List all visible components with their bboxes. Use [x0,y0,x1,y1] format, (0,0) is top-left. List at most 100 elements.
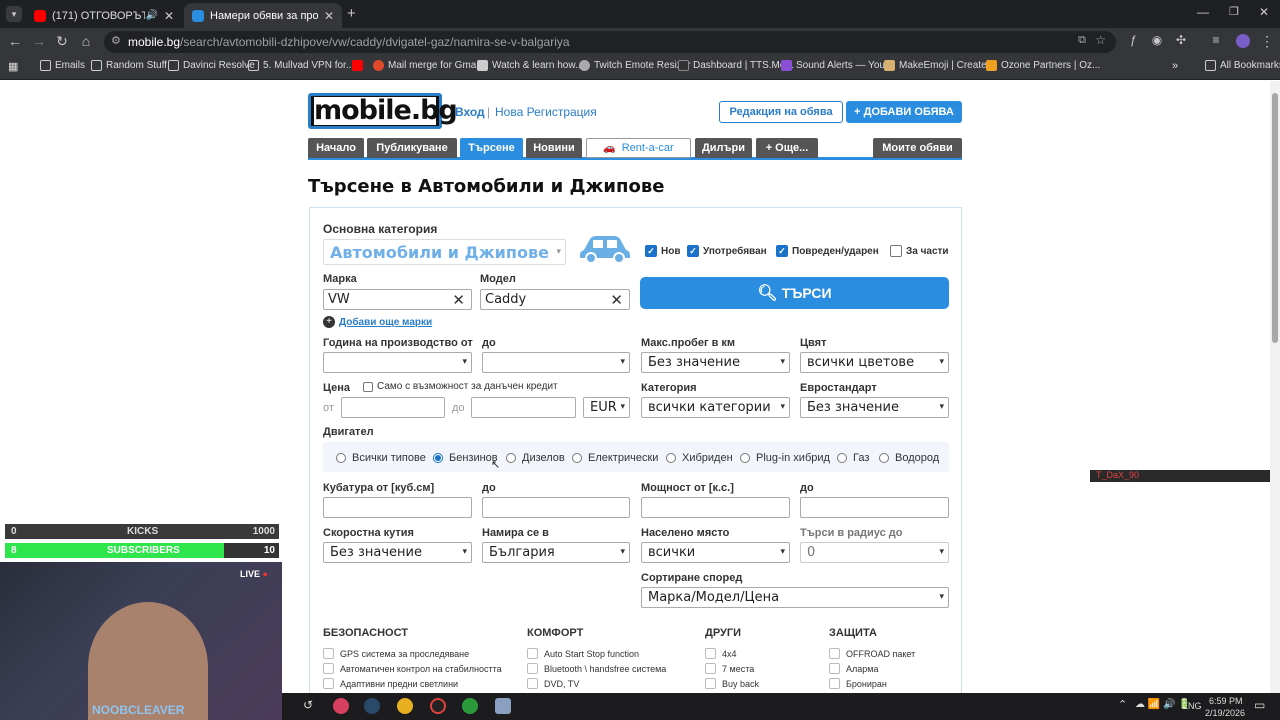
login-link[interactable]: Вход [455,105,485,119]
feature-buy-back[interactable]: Buy back [705,678,759,689]
bookmark-mail-merge[interactable]: Mail merge for Gma... [373,60,485,71]
site-logo[interactable]: mobile.bg [308,93,458,129]
engine-diesel-radio[interactable]: Дизелов [506,452,565,464]
menu-kebab-icon[interactable]: ⋮ [1258,33,1276,50]
close-icon[interactable]: ✕ [324,9,334,23]
scrollbar-thumb[interactable] [1272,93,1278,343]
feature-7-seats[interactable]: 7 места [705,663,754,674]
bookmarks-overflow-icon[interactable]: » [1172,60,1178,72]
extension-fx-icon[interactable]: ƒ [1124,33,1142,47]
search-button[interactable]: 🔍︎ ТЪРСИ [640,277,949,309]
add-ad-button[interactable]: + ДОБАВИ ОБЯВА [846,101,962,123]
tray-chevron-icon[interactable]: ⌃ [1118,698,1127,711]
hp-to-input[interactable] [800,497,949,518]
feature-gps[interactable]: GPS система за проследяване [323,648,469,659]
feature-stability[interactable]: Автоматичен контрол на стабилността [323,663,502,674]
main-category-select[interactable]: Автомобили и Джипове ▾ [323,239,566,265]
language-indicator[interactable]: ENG [1182,701,1202,711]
engine-plugin-hybrid-radio[interactable]: Plug-in хибрид [740,452,830,464]
nav-news[interactable]: Новини [526,138,582,158]
clock-time[interactable]: 6:59 PM [1209,696,1243,706]
feature-adaptive-lights[interactable]: Адаптивни предни светлини [323,678,458,689]
address-bar[interactable]: ⚙ mobile.bg/search/avtomobili-dzhipove/v… [104,31,1116,53]
audio-icon[interactable]: 🔊 [145,10,157,21]
engine-petrol-radio[interactable]: Бензинов [433,452,498,464]
radius-select[interactable]: 0 ▾ [800,542,949,563]
add-more-makes-link[interactable]: + Добави още марки [323,316,432,328]
extensions-puzzle-icon[interactable]: ✣ [1172,33,1190,47]
nav-home[interactable]: Начало [308,138,364,158]
euro-standard-select[interactable]: Без значение ▾ [800,397,949,418]
close-icon[interactable]: ✕ [164,9,174,23]
all-bookmarks[interactable]: All Bookmarks [1205,60,1280,71]
category-select[interactable]: всички категории ▾ [641,397,790,418]
feature-bluetooth[interactable]: Bluetooth \ handsfree система [527,663,666,674]
currency-select[interactable]: EUR ▾ [583,397,630,418]
tax-credit-checkbox[interactable]: Само с възможност за данъчен кредит [363,381,558,392]
bookmark-emote-resizer[interactable]: Twitch Emote Resizer [579,60,691,71]
feature-start-stop[interactable]: Auto Start Stop function [527,648,639,659]
tab-youtube[interactable]: (171) ОТГОВОРЪТ - YouTube 🔊 ✕ [26,3,182,28]
chrome-icon[interactable] [397,698,413,714]
mileage-select[interactable]: Без значение ▾ [641,352,790,373]
register-link[interactable]: Нова Регистрация [495,105,597,119]
model-input[interactable]: Caddy ✕ [480,289,630,310]
condition-new-checkbox[interactable]: ✓ Нов [645,245,680,257]
nav-rent-a-car[interactable]: 🚗 Rent-a-car [586,138,691,158]
new-tab-icon[interactable]: + [347,5,356,22]
sort-select[interactable]: Марка/Модел/Цена ▾ [641,587,949,608]
page-scrollbar[interactable] [1270,81,1280,693]
nav-publish[interactable]: Публикуване [367,138,457,158]
reload-icon[interactable]: ↻ [53,33,71,50]
engine-hybrid-radio[interactable]: Хибриден [666,452,733,464]
file-explorer-icon[interactable] [495,698,511,714]
bookmark-watch-learn[interactable]: Watch & learn how... [477,60,583,71]
feature-offroad[interactable]: OFFROAD пакет [829,648,915,659]
city-select[interactable]: всички ▾ [641,542,790,563]
extension-icon[interactable]: ◉ [1148,33,1166,47]
feature-4x4[interactable]: 4x4 [705,648,737,659]
feature-dvd-tv[interactable]: DVD, TV [527,678,579,689]
engine-hydrogen-radio[interactable]: Водород [879,452,939,464]
engine-electric-radio[interactable]: Електрически [572,452,658,464]
profile-avatar[interactable] [1236,34,1250,48]
tab-search-icon[interactable]: ▾ [6,6,22,22]
home-icon[interactable]: ⌂ [77,33,95,49]
make-input[interactable]: VW ✕ [323,289,472,310]
window-close-icon[interactable]: ✕ [1259,5,1269,19]
color-select[interactable]: всички цветове ▾ [800,352,949,373]
restore-icon[interactable]: ❐ [1229,5,1239,18]
engine-gas-radio[interactable]: Газ [837,452,869,464]
apps-grid-icon[interactable]: ▦ [8,60,18,73]
condition-damaged-checkbox[interactable]: ✓ Повреден/ударен [776,245,879,257]
bookmark-youtube[interactable] [352,60,367,71]
cc-from-input[interactable] [323,497,472,518]
media-controls-icon[interactable]: ≡ [1207,33,1225,47]
price-to-input[interactable] [471,397,576,418]
hp-from-input[interactable] [641,497,790,518]
nav-my-ads[interactable]: Моите обяви [873,138,962,158]
year-to-select[interactable]: ▾ [482,352,630,373]
condition-used-checkbox[interactable]: ✓ Употребяван [687,245,767,257]
taskbar-app-icon[interactable] [333,698,349,714]
bookmark-star-icon[interactable]: ☆ [1095,33,1106,47]
bookmark-makeemoji[interactable]: MakeEmoji | Create... [884,60,995,71]
gearbox-select[interactable]: Без значение ▾ [323,542,472,563]
bookmark-davinci[interactable]: Davinci Resolve [168,60,255,71]
minimize-icon[interactable]: — [1197,5,1209,19]
translate-icon[interactable]: ⧉ [1078,34,1086,47]
xbox-icon[interactable] [462,698,478,714]
tab-mobile-bg[interactable]: Намери обяви за продажба на ✕ [184,3,342,28]
forward-icon[interactable]: → [30,33,48,49]
engine-all-radio[interactable]: Всички типове [336,452,426,464]
location-select[interactable]: България ▾ [482,542,630,563]
taskbar-app-icon[interactable] [430,698,446,714]
nav-dealers[interactable]: Дилъри [695,138,752,158]
edit-ad-button[interactable]: Редакция на обява [719,101,843,123]
bookmark-mullvad[interactable]: 5. Mullvad VPN for... [248,60,354,71]
bookmark-random-stuff[interactable]: Random Stuff [91,60,167,71]
clear-icon[interactable]: ✕ [452,291,465,309]
feature-armored[interactable]: Брониран [829,678,887,689]
cc-to-input[interactable] [482,497,630,518]
year-from-select[interactable]: ▾ [323,352,472,373]
